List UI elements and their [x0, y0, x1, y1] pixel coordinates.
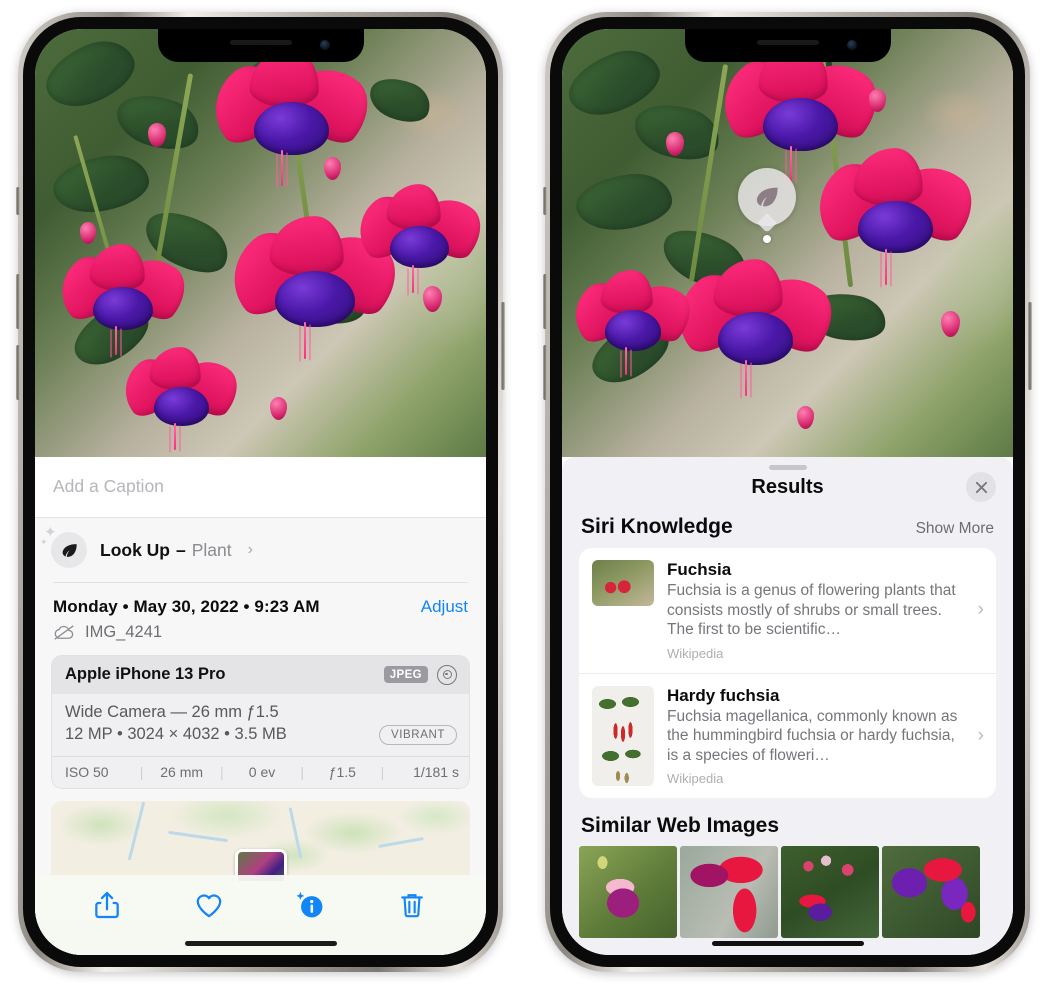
- chevron-right-icon: ›: [977, 599, 984, 621]
- show-more-button[interactable]: Show More: [916, 520, 994, 538]
- exif-aperture: ƒ1.5: [328, 763, 356, 780]
- front-camera: [846, 40, 857, 50]
- iphone-left-device: Add a Caption ✦ ✦ Look Up – Plant › Mond…: [16, 12, 505, 972]
- format-badge: JPEG: [383, 666, 428, 683]
- results-title: Results: [751, 476, 824, 498]
- location-map-preview[interactable]: [51, 800, 470, 881]
- knowledge-source: Wikipedia: [667, 645, 724, 661]
- knowledge-card[interactable]: Hardy fuchsia Fuchsia magellanica, commo…: [579, 672, 996, 799]
- knowledge-description: Fuchsia is a genus of flowering plants t…: [667, 582, 956, 639]
- web-image-thumbnail[interactable]: [882, 846, 980, 939]
- web-image-thumbnail[interactable]: [781, 846, 879, 939]
- volume-up-button[interactable]: [16, 274, 20, 329]
- device-name: Apple iPhone 13 Pro: [65, 665, 226, 683]
- siri-knowledge-cards: Fuchsia Fuchsia is a genus of flowering …: [579, 548, 996, 799]
- exif-divider: |: [220, 763, 224, 780]
- aperture-icon: [437, 664, 457, 685]
- earpiece-speaker: [756, 40, 819, 45]
- similar-web-images-title: Similar Web Images: [581, 814, 780, 838]
- knowledge-source: Wikipedia: [667, 771, 724, 787]
- similar-web-images-strip[interactable]: [562, 846, 1013, 939]
- favorite-button[interactable]: [193, 889, 227, 923]
- power-button[interactable]: [501, 302, 505, 390]
- look-up-row[interactable]: ✦ ✦ Look Up – Plant ›: [35, 518, 486, 582]
- pin-dot: [763, 235, 771, 243]
- leaf-icon: ✦ ✦: [40, 525, 87, 568]
- close-icon: [975, 481, 987, 493]
- exif-divider: |: [139, 763, 144, 780]
- exif-stats-row: ISO 50 | 26 mm | 0 ev | ƒ1.5 | 1/181 s: [52, 755, 469, 788]
- photo-fuchsia-left[interactable]: [35, 29, 486, 457]
- volume-down-button[interactable]: [16, 345, 20, 400]
- screenshot-canvas: Add a Caption ✦ ✦ Look Up – Plant › Mond…: [0, 0, 1055, 985]
- power-button[interactable]: [1028, 302, 1032, 390]
- volume-up-button[interactable]: [543, 274, 547, 329]
- sparkle-small-icon: ✦: [40, 537, 48, 547]
- photographic-style-badge: VIBRANT: [378, 724, 457, 745]
- home-indicator[interactable]: [184, 941, 337, 946]
- close-button[interactable]: [966, 472, 996, 502]
- knowledge-thumbnail: [592, 560, 654, 606]
- capture-date: Monday • May 30, 2022 • 9:23 AM: [53, 596, 320, 616]
- adjust-button[interactable]: Adjust: [421, 597, 468, 617]
- look-up-pin[interactable]: [738, 168, 796, 243]
- cloud-slash-icon: [54, 624, 74, 640]
- siri-knowledge-header: Siri Knowledge Show More: [562, 513, 1013, 548]
- capture-date-row: Monday • May 30, 2022 • 9:23 AM Adjust: [35, 583, 486, 617]
- exif-body: Wide Camera — 26 mm ƒ1.5 12 MP • 3024 × …: [52, 694, 469, 756]
- exif-card[interactable]: Apple iPhone 13 Pro JPEG Wide Camera — 2…: [51, 654, 470, 789]
- knowledge-description: Fuchsia magellanica, commonly known as t…: [667, 707, 958, 764]
- chevron-right-icon: ›: [977, 724, 984, 746]
- iphone-right-bezel: Results Siri Knowledge Show More Fuchsia…: [550, 17, 1025, 967]
- iphone-right-device: Results Siri Knowledge Show More Fuchsia…: [543, 12, 1032, 972]
- pin-tail: [757, 213, 777, 233]
- notch: [684, 29, 891, 62]
- knowledge-text: Fuchsia Fuchsia is a genus of flowering …: [667, 560, 961, 661]
- mute-switch[interactable]: [16, 187, 20, 215]
- photo-fuchsia-right[interactable]: [562, 29, 1013, 457]
- iphone-left-screen: Add a Caption ✦ ✦ Look Up – Plant › Mond…: [35, 29, 486, 955]
- look-up-label: Look Up: [100, 539, 170, 560]
- mute-switch[interactable]: [543, 187, 547, 215]
- home-indicator[interactable]: [711, 941, 864, 946]
- chevron-right-icon: ›: [247, 541, 253, 558]
- iphone-left-bezel: Add a Caption ✦ ✦ Look Up – Plant › Mond…: [23, 17, 498, 967]
- notch: [157, 29, 364, 62]
- look-up-dash: –: [176, 539, 186, 560]
- siri-knowledge-title: Siri Knowledge: [581, 515, 733, 538]
- results-sheet: Results Siri Knowledge Show More Fuchsia…: [562, 457, 1013, 955]
- web-image-thumbnail[interactable]: [680, 846, 778, 939]
- look-up-subject: Plant: [191, 539, 232, 560]
- file-name-row: IMG_4241: [35, 617, 486, 655]
- caption-input[interactable]: Add a Caption: [35, 457, 486, 518]
- exif-divider: |: [300, 763, 304, 780]
- web-image-thumbnail[interactable]: [579, 846, 677, 939]
- volume-down-button[interactable]: [543, 345, 547, 400]
- front-camera: [319, 40, 330, 50]
- exif-focal: 26 mm: [160, 763, 204, 780]
- exif-header: Apple iPhone 13 Pro JPEG: [52, 655, 469, 694]
- knowledge-card[interactable]: Fuchsia Fuchsia is a genus of flowering …: [579, 548, 996, 673]
- delete-button[interactable]: [396, 889, 430, 923]
- file-name: IMG_4241: [85, 622, 163, 641]
- knowledge-title: Fuchsia: [667, 560, 732, 579]
- knowledge-text: Hardy fuchsia Fuchsia magellanica, commo…: [667, 686, 961, 787]
- exif-iso: ISO 50: [65, 763, 109, 780]
- earpiece-speaker: [229, 40, 292, 45]
- spec-line: 12 MP • 3024 × 4032 • 3.5 MB: [65, 725, 287, 743]
- knowledge-thumbnail: [592, 685, 654, 786]
- knowledge-title: Hardy fuchsia: [667, 685, 780, 705]
- results-header: Results: [562, 470, 1013, 513]
- exif-divider: |: [380, 763, 385, 780]
- share-button[interactable]: [91, 889, 125, 923]
- leaf-icon: [756, 187, 778, 207]
- exif-ev: 0 ev: [248, 763, 276, 780]
- lens-line: Wide Camera — 26 mm ƒ1.5: [65, 702, 279, 721]
- exif-shutter: 1/181 s: [413, 763, 459, 780]
- iphone-right-screen: Results Siri Knowledge Show More Fuchsia…: [562, 29, 1013, 955]
- info-button[interactable]: [294, 889, 328, 923]
